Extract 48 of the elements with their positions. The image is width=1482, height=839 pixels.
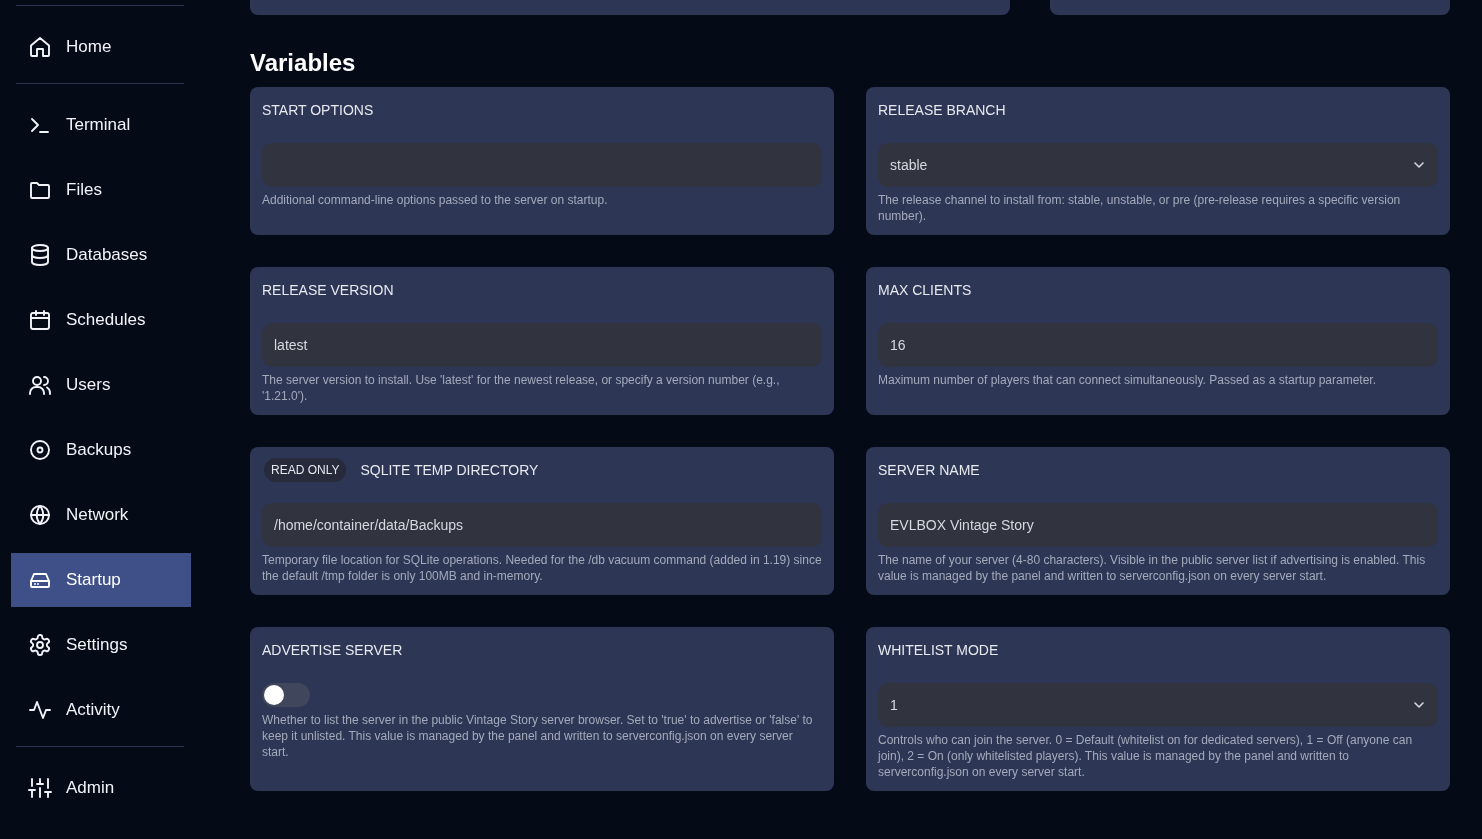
nav-item[interactable]: Backups — [11, 423, 191, 477]
chevron-down-icon — [1414, 702, 1424, 708]
nav-item[interactable]: Databases — [11, 228, 191, 282]
field-label: SERVER NAME — [878, 460, 980, 480]
field-label: START OPTIONS — [262, 100, 374, 120]
pulse-icon — [28, 698, 52, 722]
field-label: SQLITE TEMP DIRECTORY — [360, 460, 539, 480]
input-field[interactable]: 16 — [878, 323, 1438, 367]
input-field[interactable]: /home/container/data/Backups — [262, 503, 822, 547]
section-heading: Variables — [250, 48, 356, 78]
users-icon — [28, 373, 52, 397]
select-field[interactable]: 1 — [878, 683, 1438, 727]
field-label: RELEASE BRANCH — [878, 100, 1006, 120]
nav-item[interactable]: Terminal — [11, 98, 191, 152]
nav-item[interactable]: Startup — [11, 553, 191, 607]
nav-item[interactable]: Admin — [11, 761, 191, 815]
field-description: Additional command-line options passed to the server on startup. — [262, 192, 609, 208]
disc-icon — [28, 438, 52, 462]
field-description: The release channel to install from: stable, unstable, or pre (pre-release requires a specific version number). — [878, 192, 1402, 224]
toggle-switch[interactable] — [262, 683, 310, 707]
nav-item[interactable]: Files — [11, 163, 191, 217]
field-description: The server version to install. Use 'latest' for the newest release, or specify a version number (e.g., '1.21.0'). — [262, 372, 781, 404]
nav-item[interactable]: Home — [11, 20, 191, 74]
input-field[interactable]: EVLBOX Vintage Story — [878, 503, 1438, 547]
field-description: Maximum number of players that can connect simultaneously. Passed as a startup parameter. — [878, 372, 1378, 388]
sliders-icon — [28, 776, 52, 800]
calendar-icon — [28, 308, 52, 332]
field-label: MAX CLIENTS — [878, 280, 972, 300]
database-icon — [28, 243, 52, 267]
nav-item[interactable]: Activity — [11, 683, 191, 737]
field-description: Controls who can join the server. 0 = Default (whitelist on for dedicated servers), 1 = Off (anyone can join), 2 = On (only whitelisted players). This value is managed by the panel and written to serverconfig.json on every server start. — [878, 732, 1414, 780]
read-only-badge: READ ONLY — [264, 458, 347, 482]
select-field[interactable]: stable — [878, 143, 1438, 187]
globe-icon — [28, 503, 52, 527]
home-icon — [28, 35, 52, 59]
nav-item[interactable]: Settings — [11, 618, 191, 672]
nav-item[interactable]: Users — [11, 358, 191, 412]
field-description: Whether to list the server in the public Vintage Story server browser. Set to 'true' to advertise or 'false' to keep it unlisted. This value is managed by the panel and written to serverconfig.json on every server start. — [262, 712, 814, 760]
field-label: RELEASE VERSION — [262, 280, 394, 300]
field-label: ADVERTISE SERVER — [262, 640, 403, 660]
field-description: The name of your server (4-80 characters). Visible in the public server list if advertising is enabled. This value is managed by the panel and written to serverconfig.json on every server start. — [878, 552, 1427, 584]
field-label: WHITELIST MODE — [878, 640, 999, 660]
gear-icon — [28, 633, 52, 657]
nav-item[interactable]: Network — [11, 488, 191, 542]
chevron-down-icon — [1414, 162, 1424, 168]
input-field[interactable]: latest — [262, 323, 822, 367]
field-description: Temporary file location for SQLite operations. Needed for the /db vacuum command (added in 1.19) since the default /tmp folder is only 100MB and in-memory. — [262, 552, 822, 584]
nav-item[interactable]: Schedules — [11, 293, 191, 347]
